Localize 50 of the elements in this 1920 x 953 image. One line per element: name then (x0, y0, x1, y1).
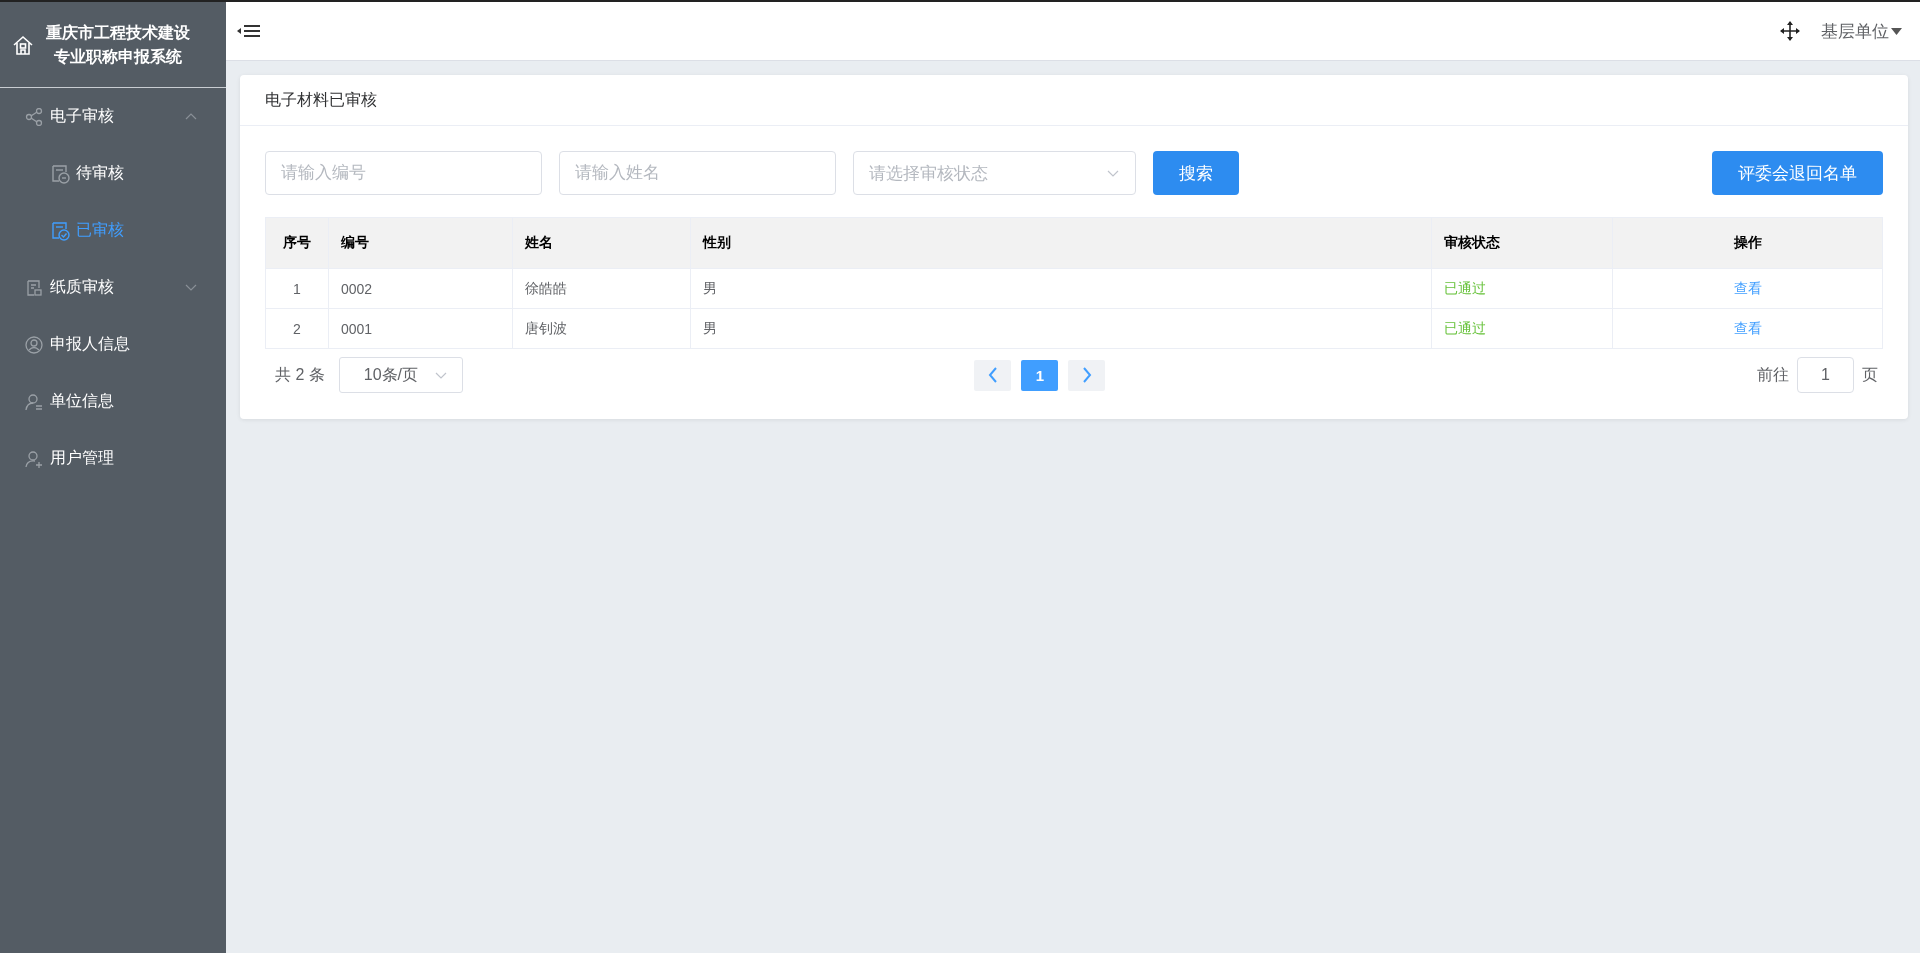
status-text: 已通过 (1444, 319, 1486, 336)
column-header: 姓名 (512, 217, 691, 269)
status-text: 已通过 (1444, 279, 1486, 296)
submenu-item[interactable]: 待审核 (0, 145, 226, 202)
menu-item[interactable]: 用户管理 (0, 430, 226, 487)
column-header: 序号 (265, 217, 329, 269)
table-cell: 1 (265, 268, 329, 309)
page-suffix: 页 (1862, 364, 1878, 385)
table-cell: 2 (265, 308, 329, 349)
table-cell: 男 (690, 308, 1432, 349)
fullscreen-button[interactable] (1779, 20, 1801, 42)
column-header: 操作 (1612, 217, 1883, 269)
home-icon (12, 33, 34, 56)
total-count: 共 2 条 (275, 364, 325, 385)
user-menu[interactable]: 基层单位 (1821, 19, 1902, 43)
table-cell: 0002 (328, 268, 513, 309)
move-arrows-icon (1779, 20, 1801, 42)
menu-item[interactable]: 单位信息 (0, 373, 226, 430)
returned-list-button[interactable]: 评委会退回名单 (1712, 151, 1883, 195)
column-header: 审核状态 (1431, 217, 1613, 269)
goto-label: 前往 (1757, 364, 1789, 385)
table-cell: 男 (690, 268, 1432, 309)
collapse-menu-button[interactable] (237, 22, 261, 40)
system-title: 专业职称申报系统 (53, 46, 183, 67)
column-header: 编号 (328, 217, 513, 269)
chevron-right-icon (1080, 367, 1093, 383)
chevron-left-icon (986, 367, 999, 383)
card-title: 电子材料已审核 (265, 89, 377, 110)
menu-item[interactable]: 申报人信息 (0, 316, 226, 373)
user-list-icon (25, 392, 43, 411)
table-cell: 0001 (328, 308, 513, 349)
column-header: 性别 (690, 217, 1432, 269)
table-cell: 唐钊波 (512, 308, 691, 349)
search-field[interactable]: 请输入编号 (265, 151, 542, 195)
search-field[interactable]: 请输入姓名 (559, 151, 836, 195)
user-add-icon (25, 449, 43, 468)
caret-down-icon (1891, 27, 1902, 35)
page-number-field[interactable]: 1 (1797, 357, 1854, 393)
system-title: 重庆市工程技术建设 (46, 22, 190, 43)
page-size-select[interactable]: 10条/页 (338, 357, 463, 393)
search-button[interactable]: 搜索 (1153, 151, 1239, 195)
share-nodes-icon (25, 107, 43, 126)
document-pending-icon (51, 163, 70, 184)
document-check-icon (51, 220, 70, 241)
menu-item[interactable]: 电子审核 (0, 88, 226, 145)
user-circle-icon (25, 335, 43, 354)
menu-icon (237, 22, 261, 40)
table-cell: 徐皓皓 (512, 268, 691, 309)
menu-item[interactable]: 纸质审核 (0, 259, 226, 316)
document-stamp-icon (25, 278, 43, 297)
